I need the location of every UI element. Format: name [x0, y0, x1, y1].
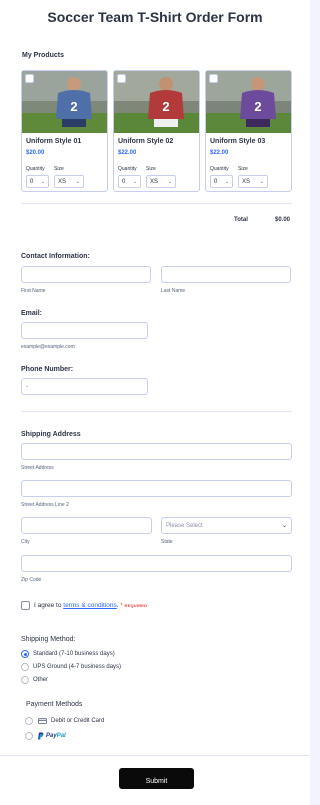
size-select-1[interactable]: XS ⌄ [54, 175, 84, 188]
svg-text:2: 2 [162, 99, 169, 114]
size-value-2: XS [150, 179, 159, 185]
size-label-3: Size [238, 166, 248, 172]
shipping-standard-label[interactable]: Standard (7-10 business days) [33, 651, 115, 657]
product-price-3: $22.00 [210, 150, 229, 156]
street-address-input[interactable] [21, 443, 292, 460]
street-address-2-sublabel: Street Address Line 2 [21, 502, 69, 508]
email-label: Email: [21, 310, 43, 317]
products-label: My Products [22, 52, 65, 59]
street-address-2-input[interactable] [21, 480, 292, 497]
paypal-logo-pay: Pay [46, 733, 57, 739]
terms-checkbox[interactable] [21, 601, 30, 610]
shipping-ups-label[interactable]: UPS Ground (4-7 business days) [33, 664, 121, 670]
product-checkbox-2[interactable] [117, 74, 126, 83]
product-name-2: Uniform Style 02 [118, 138, 174, 145]
city-sublabel: City [21, 539, 30, 545]
shipping-ups-radio[interactable] [21, 663, 29, 671]
paypal-logo-pal: Pal [56, 733, 66, 739]
last-name-input[interactable] [161, 266, 291, 283]
chevron-down-icon: ⌄ [75, 179, 80, 185]
submit-button[interactable]: Submit [119, 768, 194, 789]
state-sublabel: State [161, 539, 173, 545]
product-name-3: Uniform Style 03 [210, 138, 266, 145]
product-checkbox-3[interactable] [209, 74, 218, 83]
svg-text:2: 2 [254, 99, 261, 114]
terms-prefix: I agree to [34, 602, 62, 609]
required-asterisk: * [120, 603, 123, 609]
product-card-1[interactable]: 2 Uniform Style 01 $20.00 Quantity Size … [21, 70, 108, 192]
product-image-3: 2 [206, 71, 291, 133]
zip-code-input[interactable] [21, 555, 292, 572]
quantity-label-1: Quantity [26, 166, 45, 172]
form-title: Soccer Team T-Shirt Order Form [47, 9, 263, 25]
shipping-other-label[interactable]: Other [33, 677, 48, 683]
chevron-down-icon: ⌄ [167, 179, 172, 185]
credit-card-icon [38, 718, 47, 724]
product-checkbox-1[interactable] [25, 74, 34, 83]
chevron-down-icon: ⌄ [132, 179, 137, 185]
footer-divider [0, 755, 310, 756]
city-input[interactable] [21, 517, 152, 534]
terms-text: I agree to terms & conditions. * REQUIRE… [34, 602, 147, 609]
chevron-down-icon: ⌄ [259, 179, 264, 185]
product-card-3[interactable]: 2 Uniform Style 03 $22.00 Quantity Size … [205, 70, 292, 192]
quantity-select-2[interactable]: 0 ⌄ [118, 175, 141, 188]
quantity-label-2: Quantity [118, 166, 137, 172]
total-value: $0.00 [275, 217, 291, 223]
shipping-address-label: Shipping Address [21, 431, 81, 438]
required-tag: REQUIRED [124, 603, 148, 608]
size-label-2: Size [146, 166, 156, 172]
quantity-select-1[interactable]: 0 ⌄ [26, 175, 49, 188]
size-value-3: XS [242, 179, 251, 185]
shipping-standard-radio[interactable] [21, 650, 29, 658]
size-value-1: XS [58, 179, 67, 185]
total-label: Total [234, 217, 248, 223]
product-card-2[interactable]: 2 Uniform Style 02 $22.00 Quantity Size … [113, 70, 200, 192]
paypal-logo[interactable]: PayPal [46, 733, 66, 739]
email-input[interactable] [21, 322, 148, 339]
size-select-3[interactable]: XS ⌄ [238, 175, 268, 188]
payment-card-radio[interactable] [25, 717, 33, 725]
shipping-method-label: Shipping Method: [21, 636, 76, 643]
product-price-1: $20.00 [26, 150, 45, 156]
quantity-value-1: 0 [30, 179, 34, 185]
chevron-down-icon: ⌄ [40, 179, 45, 185]
chevron-down-icon: ⌄ [281, 523, 287, 529]
street-address-sublabel: Street Address [21, 465, 54, 471]
first-name-sublabel: First Name [21, 288, 46, 294]
first-name-input[interactable] [21, 266, 151, 283]
email-sublabel: example@example.com [21, 344, 75, 350]
phone-label: Phone Number: [21, 366, 74, 373]
shipping-other-radio[interactable] [21, 676, 29, 684]
last-name-sublabel: Last Name [161, 288, 186, 294]
product-price-2: $22.00 [118, 150, 137, 156]
form-card: Soccer Team T-Shirt Order Form My Produc… [0, 0, 310, 805]
state-placeholder: Please Select [166, 523, 203, 529]
quantity-value-3: 0 [214, 179, 218, 185]
quantity-select-3[interactable]: 0 ⌄ [210, 175, 233, 188]
payment-methods-label: Payment Methods [26, 701, 83, 708]
phone-input[interactable]: - [21, 378, 148, 395]
size-label-1: Size [54, 166, 64, 172]
product-image-2: 2 [114, 71, 199, 133]
quantity-value-2: 0 [122, 179, 126, 185]
paypal-icon [38, 732, 44, 740]
terms-suffix: . [116, 602, 119, 609]
payment-card-label[interactable]: Debit or Credit Card [51, 718, 104, 724]
svg-text:2: 2 [70, 99, 77, 114]
quantity-label-3: Quantity [210, 166, 229, 172]
contact-label: Contact Information: [21, 253, 90, 260]
zip-code-sublabel: Zip Code [21, 577, 42, 583]
terms-link[interactable]: terms & conditions [63, 602, 116, 609]
state-select[interactable]: Please Select ⌄ [161, 517, 292, 534]
chevron-down-icon: ⌄ [224, 179, 229, 185]
payment-paypal-radio[interactable] [25, 732, 33, 740]
product-name-1: Uniform Style 01 [26, 138, 82, 145]
contact-divider [21, 411, 292, 412]
size-select-2[interactable]: XS ⌄ [146, 175, 176, 188]
products-divider [21, 203, 292, 204]
product-image-1: 2 [22, 71, 107, 133]
